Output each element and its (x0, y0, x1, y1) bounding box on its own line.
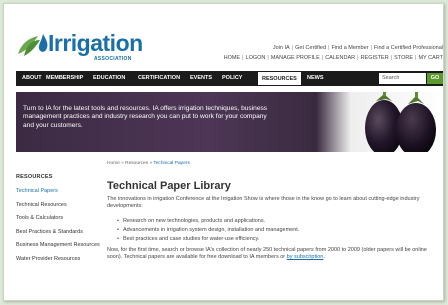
utility-links-secondary: HOME | LOGON | MANAGE PROFILE | CALENDAR | REGIS… (223, 55, 443, 61)
eggplant-image (365, 92, 436, 152)
outro-paragraph: Now, for the first time, search or brows… (107, 247, 443, 262)
manage-profile-link[interactable]: MANAGE PROFILE (271, 55, 320, 61)
sidebar-item-best-practices[interactable]: Best Practices & Standards (16, 229, 102, 237)
find-certified-professional-link[interactable]: Find a Certified Professional (374, 45, 443, 51)
join-ia-link[interactable]: Join IA (273, 45, 290, 51)
leaf-drop-logo-icon (18, 34, 48, 56)
sidebar-item-tools-calculators[interactable]: Tools & Calculators (16, 215, 102, 223)
breadcrumb-separator: » (149, 161, 153, 166)
sidebar-item-water-provider[interactable]: Water Provider Resources (16, 256, 102, 264)
nav-about[interactable]: ABOUT (22, 71, 42, 86)
outro-end: . (323, 254, 325, 261)
main-navigation: ABOUT MEMBERSHIP EDUCATION CERTIFICATION… (16, 71, 443, 86)
nav-events[interactable]: EVENTS (190, 71, 212, 86)
promo-banner: Turn to IA for the latest tools and reso… (16, 92, 443, 152)
outro-text: Now, for the first time, search or brows… (107, 247, 427, 261)
list-item: Research on new technologies, products a… (117, 217, 437, 226)
browser-page: Irrigation ASSOCIATION Join IA | Get Certi… (3, 3, 444, 301)
nav-resources[interactable]: RESOURCES (257, 71, 302, 86)
highlights-list: Research on new technologies, products a… (117, 217, 437, 243)
store-link[interactable]: STORE (394, 55, 413, 61)
logon-link[interactable]: LOGON (246, 55, 266, 61)
breadcrumb: Home » Resources » Technical Papers (107, 161, 190, 166)
home-link[interactable]: HOME (224, 55, 241, 61)
search-go-button[interactable]: GO (427, 73, 443, 84)
breadcrumb-current: Technical Papers (153, 161, 190, 166)
search-input[interactable]: Search (379, 73, 426, 84)
nav-education[interactable]: EDUCATION (93, 71, 125, 86)
logo-subtitle: ASSOCIATION (94, 56, 132, 62)
calendar-link[interactable]: CALENDAR (325, 55, 355, 61)
sidebar-heading: RESOURCES (16, 174, 53, 180)
breadcrumb-resources[interactable]: Resources (125, 161, 148, 166)
list-item: Best practices and case studies for wate… (117, 235, 437, 244)
find-member-link[interactable]: Find a Member (331, 45, 368, 51)
nav-policy[interactable]: POLICY (222, 71, 242, 86)
utility-links-primary: Join IA | Get Certified | Find a Member | Find… (272, 45, 443, 51)
sidebar-item-technical-papers[interactable]: Technical Papers (16, 188, 102, 196)
nav-membership[interactable]: MEMBERSHIP (46, 71, 83, 86)
subscription-link[interactable]: by subscription (287, 254, 324, 260)
nav-certification[interactable]: CERTIFICATION (138, 71, 180, 86)
my-cart-link[interactable]: MY CART (418, 55, 443, 61)
site-header: Irrigation ASSOCIATION Join IA | Get Certi… (4, 4, 443, 72)
page-title: Technical Paper Library (107, 180, 231, 192)
breadcrumb-separator: » (121, 161, 124, 166)
resources-sidebar: RESOURCES Technical Papers Technical Res… (16, 174, 102, 269)
list-item: Advancements in irrigation system design… (117, 226, 437, 235)
nav-news[interactable]: NEWS (307, 71, 324, 86)
register-link[interactable]: REGISTER (361, 55, 389, 61)
irrigation-association-logo[interactable]: Irrigation ASSOCIATION (16, 28, 143, 68)
sidebar-item-technical-resources[interactable]: Technical Resources (16, 202, 102, 210)
get-certified-link[interactable]: Get Certified (295, 45, 326, 51)
logo-wordmark: Irrigation (48, 30, 143, 56)
intro-paragraph: The innovations in irrigation Conference… (107, 196, 420, 210)
breadcrumb-home[interactable]: Home (107, 161, 120, 166)
banner-text: Turn to IA for the latest tools and reso… (23, 105, 268, 129)
sidebar-item-business-management[interactable]: Business Management Resources (16, 242, 102, 250)
